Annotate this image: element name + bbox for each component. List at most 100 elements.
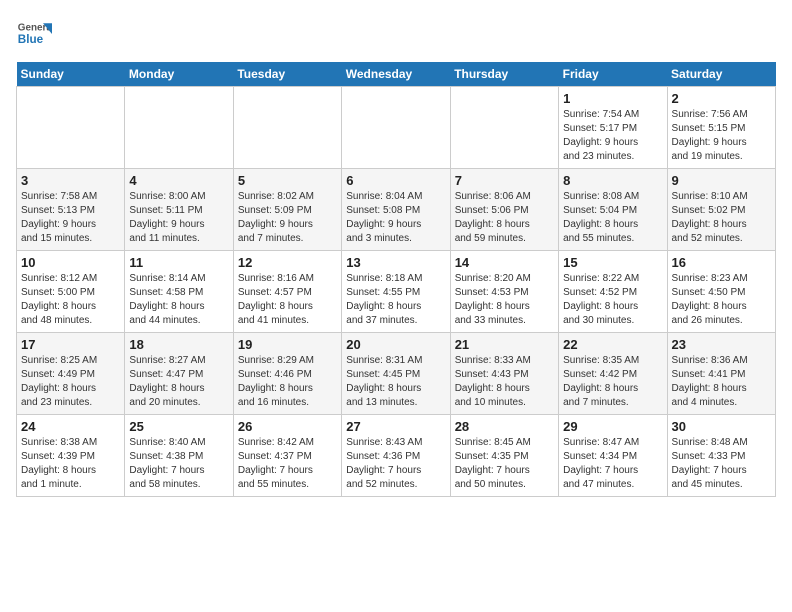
calendar-cell: 28 Sunrise: 8:45 AM Sunset: 4:35 PM Dayli… <box>450 415 558 497</box>
day-number: 6 <box>346 173 445 188</box>
day-number: 22 <box>563 337 662 352</box>
day-number: 13 <box>346 255 445 270</box>
weekday-header: Monday <box>125 62 233 87</box>
weekday-header: Wednesday <box>342 62 450 87</box>
calendar-week-row: 3 Sunrise: 7:58 AM Sunset: 5:13 PM Daylig… <box>17 169 776 251</box>
weekday-header: Saturday <box>667 62 775 87</box>
weekday-header: Friday <box>559 62 667 87</box>
calendar-cell: 15 Sunrise: 8:22 AM Sunset: 4:52 PM Dayli… <box>559 251 667 333</box>
calendar-cell: 27 Sunrise: 8:43 AM Sunset: 4:36 PM Dayli… <box>342 415 450 497</box>
day-info: Sunrise: 8:04 AM Sunset: 5:08 PM Dayligh… <box>346 190 445 246</box>
logo-icon: General Blue <box>16 16 52 52</box>
day-number: 15 <box>563 255 662 270</box>
calendar-cell: 6 Sunrise: 8:04 AM Sunset: 5:08 PM Daylig… <box>342 169 450 251</box>
day-number: 17 <box>21 337 120 352</box>
calendar-week-row: 1Sunrise: 7:54 AM Sunset: 5:17 PM Daylig… <box>17 87 776 169</box>
calendar-cell: 13Sunrise: 8:18 AM Sunset: 4:55 PM Dayli… <box>342 251 450 333</box>
svg-text:Blue: Blue <box>18 33 44 46</box>
day-info: Sunrise: 8:29 AM Sunset: 4:46 PM Dayligh… <box>238 354 337 410</box>
day-number: 18 <box>129 337 228 352</box>
day-number: 26 <box>238 419 337 434</box>
day-info: Sunrise: 8:36 AM Sunset: 4:41 PM Dayligh… <box>672 354 771 410</box>
calendar-cell: 4 Sunrise: 8:00 AM Sunset: 5:11 PM Daylig… <box>125 169 233 251</box>
calendar-cell: 30 Sunrise: 8:48 AM Sunset: 4:33 PM Dayli… <box>667 415 775 497</box>
calendar-cell: 22 Sunrise: 8:35 AM Sunset: 4:42 PM Dayli… <box>559 333 667 415</box>
day-info: Sunrise: 8:48 AM Sunset: 4:33 PM Dayligh… <box>672 436 771 492</box>
calendar-cell: 25 Sunrise: 8:40 AM Sunset: 4:38 PM Dayli… <box>125 415 233 497</box>
day-info: Sunrise: 8:12 AM Sunset: 5:00 PM Dayligh… <box>21 272 120 328</box>
day-number: 5 <box>238 173 337 188</box>
calendar-cell: 12Sunrise: 8:16 AM Sunset: 4:57 PM Dayli… <box>233 251 341 333</box>
day-info: Sunrise: 8:38 AM Sunset: 4:39 PM Dayligh… <box>21 436 120 492</box>
day-info: Sunrise: 8:45 AM Sunset: 4:35 PM Dayligh… <box>455 436 554 492</box>
calendar-cell: 24 Sunrise: 8:38 AM Sunset: 4:39 PM Dayli… <box>17 415 125 497</box>
calendar-cell: 7Sunrise: 8:06 AM Sunset: 5:06 PM Daylig… <box>450 169 558 251</box>
calendar-cell: 5 Sunrise: 8:02 AM Sunset: 5:09 PM Daylig… <box>233 169 341 251</box>
day-number: 2 <box>672 91 771 106</box>
calendar-cell: 2 Sunrise: 7:56 AM Sunset: 5:15 PM Daylig… <box>667 87 775 169</box>
day-info: Sunrise: 8:25 AM Sunset: 4:49 PM Dayligh… <box>21 354 120 410</box>
day-info: Sunrise: 8:47 AM Sunset: 4:34 PM Dayligh… <box>563 436 662 492</box>
calendar-cell: 16 Sunrise: 8:23 AM Sunset: 4:50 PM Dayli… <box>667 251 775 333</box>
calendar-cell: 14 Sunrise: 8:20 AM Sunset: 4:53 PM Dayli… <box>450 251 558 333</box>
day-info: Sunrise: 8:22 AM Sunset: 4:52 PM Dayligh… <box>563 272 662 328</box>
day-info: Sunrise: 8:27 AM Sunset: 4:47 PM Dayligh… <box>129 354 228 410</box>
day-number: 21 <box>455 337 554 352</box>
day-info: Sunrise: 7:54 AM Sunset: 5:17 PM Dayligh… <box>563 108 662 164</box>
day-number: 7 <box>455 173 554 188</box>
calendar-cell: 21 Sunrise: 8:33 AM Sunset: 4:43 PM Dayli… <box>450 333 558 415</box>
calendar-cell: 23 Sunrise: 8:36 AM Sunset: 4:41 PM Dayli… <box>667 333 775 415</box>
calendar-cell: 3 Sunrise: 7:58 AM Sunset: 5:13 PM Daylig… <box>17 169 125 251</box>
calendar-cell: 18 Sunrise: 8:27 AM Sunset: 4:47 PM Dayli… <box>125 333 233 415</box>
day-info: Sunrise: 8:33 AM Sunset: 4:43 PM Dayligh… <box>455 354 554 410</box>
calendar-week-row: 24 Sunrise: 8:38 AM Sunset: 4:39 PM Dayli… <box>17 415 776 497</box>
day-number: 28 <box>455 419 554 434</box>
day-number: 11 <box>129 255 228 270</box>
day-info: Sunrise: 7:58 AM Sunset: 5:13 PM Dayligh… <box>21 190 120 246</box>
weekday-header: Tuesday <box>233 62 341 87</box>
calendar-cell: 9 Sunrise: 8:10 AM Sunset: 5:02 PM Daylig… <box>667 169 775 251</box>
day-number: 29 <box>563 419 662 434</box>
day-info: Sunrise: 8:43 AM Sunset: 4:36 PM Dayligh… <box>346 436 445 492</box>
day-info: Sunrise: 8:23 AM Sunset: 4:50 PM Dayligh… <box>672 272 771 328</box>
calendar-table: SundayMondayTuesdayWednesdayThursdayFrid… <box>16 62 776 497</box>
calendar-cell: 8Sunrise: 8:08 AM Sunset: 5:04 PM Daylig… <box>559 169 667 251</box>
weekday-header-row: SundayMondayTuesdayWednesdayThursdayFrid… <box>17 62 776 87</box>
calendar-cell <box>125 87 233 169</box>
day-info: Sunrise: 8:31 AM Sunset: 4:45 PM Dayligh… <box>346 354 445 410</box>
day-number: 4 <box>129 173 228 188</box>
day-number: 10 <box>21 255 120 270</box>
day-number: 19 <box>238 337 337 352</box>
day-info: Sunrise: 8:16 AM Sunset: 4:57 PM Dayligh… <box>238 272 337 328</box>
day-number: 20 <box>346 337 445 352</box>
day-info: Sunrise: 8:00 AM Sunset: 5:11 PM Dayligh… <box>129 190 228 246</box>
day-number: 9 <box>672 173 771 188</box>
day-info: Sunrise: 8:02 AM Sunset: 5:09 PM Dayligh… <box>238 190 337 246</box>
day-info: Sunrise: 8:40 AM Sunset: 4:38 PM Dayligh… <box>129 436 228 492</box>
calendar-cell <box>342 87 450 169</box>
logo: General Blue <box>16 16 56 52</box>
day-info: Sunrise: 8:10 AM Sunset: 5:02 PM Dayligh… <box>672 190 771 246</box>
day-info: Sunrise: 7:56 AM Sunset: 5:15 PM Dayligh… <box>672 108 771 164</box>
day-number: 30 <box>672 419 771 434</box>
calendar-cell: 20 Sunrise: 8:31 AM Sunset: 4:45 PM Dayli… <box>342 333 450 415</box>
day-number: 3 <box>21 173 120 188</box>
calendar-week-row: 17 Sunrise: 8:25 AM Sunset: 4:49 PM Dayli… <box>17 333 776 415</box>
day-info: Sunrise: 8:35 AM Sunset: 4:42 PM Dayligh… <box>563 354 662 410</box>
day-number: 24 <box>21 419 120 434</box>
day-info: Sunrise: 8:08 AM Sunset: 5:04 PM Dayligh… <box>563 190 662 246</box>
day-number: 23 <box>672 337 771 352</box>
calendar-cell <box>450 87 558 169</box>
calendar-cell <box>17 87 125 169</box>
day-info: Sunrise: 8:20 AM Sunset: 4:53 PM Dayligh… <box>455 272 554 328</box>
day-number: 14 <box>455 255 554 270</box>
calendar-cell: 29 Sunrise: 8:47 AM Sunset: 4:34 PM Dayli… <box>559 415 667 497</box>
day-number: 25 <box>129 419 228 434</box>
day-number: 16 <box>672 255 771 270</box>
day-number: 27 <box>346 419 445 434</box>
calendar-cell: 10 Sunrise: 8:12 AM Sunset: 5:00 PM Dayli… <box>17 251 125 333</box>
calendar-cell: 19 Sunrise: 8:29 AM Sunset: 4:46 PM Dayli… <box>233 333 341 415</box>
calendar-cell: 11Sunrise: 8:14 AM Sunset: 4:58 PM Dayli… <box>125 251 233 333</box>
page-header: General Blue <box>16 16 776 52</box>
weekday-header: Thursday <box>450 62 558 87</box>
